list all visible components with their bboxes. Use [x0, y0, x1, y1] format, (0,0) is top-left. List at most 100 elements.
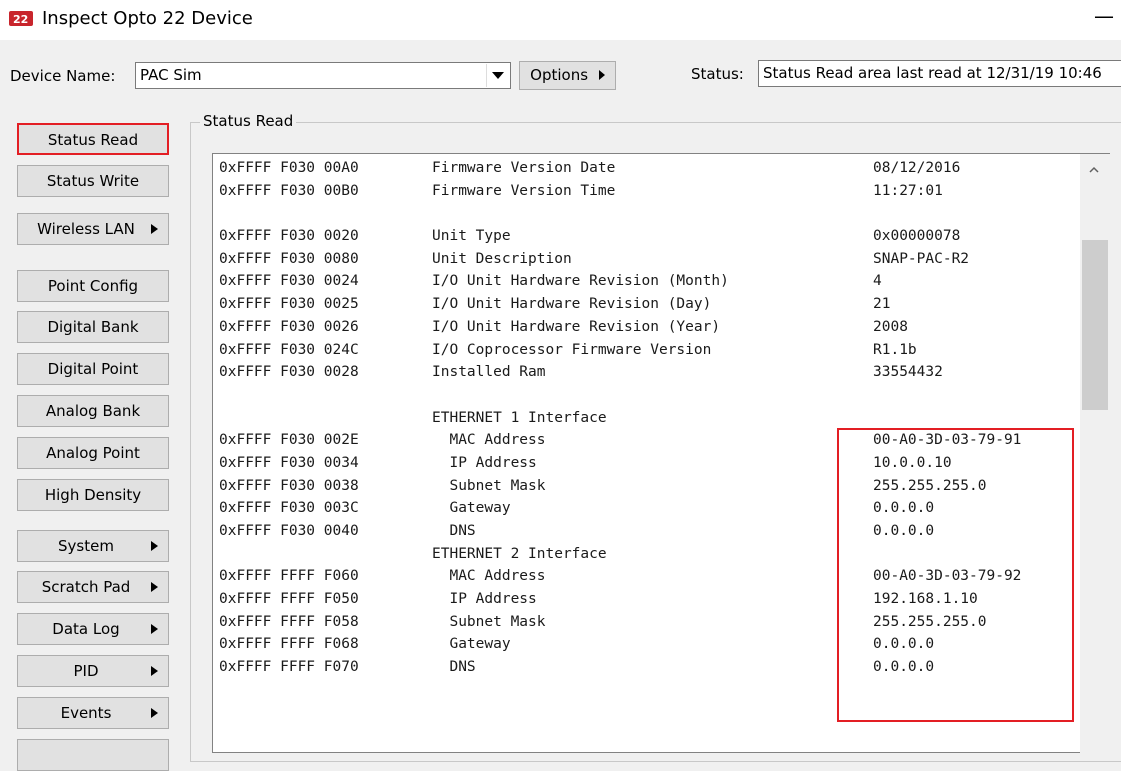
row-value: SNAP-PAC-R2 — [873, 250, 970, 267]
row-value: 00-A0-3D-03-79-91 — [873, 432, 1022, 449]
row-value: 11:27:01 — [873, 182, 943, 199]
row-value: 255.255.255.0 — [873, 613, 987, 630]
row-address: 0xFFFF FFFF F058 — [219, 613, 359, 630]
scrollbar-thumb[interactable] — [1082, 240, 1108, 410]
row-description: Unit Type — [432, 228, 511, 245]
digital-bank-button[interactable]: Digital Bank — [17, 311, 169, 343]
data-log-button[interactable]: Data Log — [17, 613, 169, 645]
status-label: Status: — [691, 65, 744, 83]
row-description: I/O Unit Hardware Revision (Month) — [432, 273, 729, 290]
device-name-select[interactable]: PAC Sim — [135, 62, 511, 89]
sidebar-item-label: Scratch Pad — [41, 578, 131, 596]
row-address: 0xFFFF FFFF F060 — [219, 568, 359, 585]
svg-text:22: 22 — [13, 13, 28, 26]
sidebar-item-label: Events — [60, 704, 112, 722]
chevron-right-icon — [151, 708, 158, 718]
row-value: 21 — [873, 296, 891, 313]
more-button[interactable] — [17, 739, 169, 771]
dropdown-button[interactable] — [486, 64, 509, 87]
device-name-label: Device Name: — [10, 67, 116, 85]
row-value: 0.0.0.0 — [873, 523, 935, 539]
chevron-right-icon — [151, 541, 158, 551]
row-description: IP Address — [432, 454, 537, 471]
status-value: Status Read area last read at 12/31/19 1… — [763, 64, 1102, 82]
row-address: 0xFFFF F030 0025 — [219, 296, 359, 313]
row-address: 0xFFFF F030 003C — [219, 500, 359, 517]
row-address: 0xFFFF F030 0080 — [219, 250, 359, 267]
row-address: 0xFFFF F030 0038 — [219, 477, 359, 494]
chevron-right-icon — [151, 666, 158, 676]
events-button[interactable]: Events — [17, 697, 169, 729]
scratch-pad-button[interactable]: Scratch Pad — [17, 571, 169, 603]
status-field: Status Read area last read at 12/31/19 1… — [758, 60, 1121, 87]
opto22-logo-icon: 22 — [9, 11, 33, 26]
row-value: 08/12/2016 — [873, 160, 961, 176]
chevron-right-icon — [151, 582, 158, 592]
row-address: 0xFFFF FFFF F050 — [219, 591, 359, 608]
sidebar-item-label: Data Log — [52, 620, 120, 638]
row-address: 0xFFFF F030 00A0 — [219, 160, 359, 176]
system-button[interactable]: System — [17, 530, 169, 562]
wireless-lan-button[interactable]: Wireless LAN — [17, 213, 169, 245]
row-description: Gateway — [432, 500, 511, 517]
row-value: 4 — [873, 273, 882, 290]
options-button[interactable]: Options — [519, 61, 616, 90]
row-address: 0xFFFF F030 0020 — [219, 228, 359, 245]
analog-point-button[interactable]: Analog Point — [17, 437, 169, 469]
chevron-up-icon[interactable] — [1089, 165, 1099, 175]
row-description: ETHERNET 1 Interface — [432, 409, 607, 426]
row-address: 0xFFFF F030 0040 — [219, 523, 359, 539]
row-address: 0xFFFF F030 0026 — [219, 318, 359, 335]
sidebar-item-label: Digital Point — [47, 360, 139, 378]
row-value: 10.0.0.10 — [873, 454, 952, 471]
row-value: 192.168.1.10 — [873, 591, 978, 608]
sidebar-item-label: Status Write — [46, 172, 140, 190]
row-description: I/O Unit Hardware Revision (Day) — [432, 296, 712, 313]
row-description: Unit Description — [432, 250, 572, 267]
row-value: 0.0.0.0 — [873, 500, 935, 517]
row-description: I/O Unit Hardware Revision (Year) — [432, 318, 721, 335]
row-address: 0xFFFF FFFF F068 — [219, 636, 359, 653]
row-description: Firmware Version Date — [432, 160, 616, 176]
status-write-button[interactable]: Status Write — [17, 165, 169, 197]
row-description: Subnet Mask — [432, 613, 546, 630]
window-title: Inspect Opto 22 Device — [42, 8, 253, 29]
row-address: 0xFFFF F030 002E — [219, 432, 359, 449]
row-address: 0xFFFF F030 0034 — [219, 454, 359, 471]
group-title: Status Read — [200, 112, 297, 130]
row-value: 0.0.0.0 — [873, 659, 935, 676]
row-description: DNS — [432, 659, 476, 676]
row-address: 0xFFFF FFFF F070 — [219, 659, 359, 676]
row-value: 0.0.0.0 — [873, 636, 935, 653]
row-address: 0xFFFF F030 0028 — [219, 364, 359, 381]
sidebar-item-label: High Density — [44, 486, 142, 504]
chevron-down-icon — [492, 72, 504, 79]
high-density-button[interactable]: High Density — [17, 479, 169, 511]
row-description: Installed Ram — [432, 364, 546, 381]
sidebar-item-label: Wireless LAN — [37, 220, 135, 238]
vertical-scrollbar[interactable] — [1080, 154, 1110, 754]
row-value: 2008 — [873, 318, 908, 335]
device-name-value: PAC Sim — [140, 66, 202, 84]
row-value: R1.1b — [873, 341, 917, 358]
status-read-button[interactable]: Status Read — [17, 123, 169, 155]
row-description: Subnet Mask — [432, 477, 546, 494]
options-label: Options — [530, 66, 589, 84]
row-description: I/O Coprocessor Firmware Version — [432, 341, 712, 358]
row-description: ETHERNET 2 Interface — [432, 545, 607, 562]
chevron-right-icon — [598, 70, 605, 80]
row-description: Gateway — [432, 636, 511, 653]
sidebar-item-label: Point Config — [47, 277, 139, 295]
pid-button[interactable]: PID — [17, 655, 169, 687]
row-address: 0xFFFF F030 00B0 — [219, 182, 359, 199]
status-listing[interactable]: 0xFFFF F030 00A0 Firmware Version Date 08/… — [212, 153, 1110, 753]
minimize-button[interactable]: — — [1094, 4, 1114, 28]
row-address: 0xFFFF F030 0024 — [219, 273, 359, 290]
analog-bank-button[interactable]: Analog Bank — [17, 395, 169, 427]
row-value: 255.255.255.0 — [873, 477, 987, 494]
digital-point-button[interactable]: Digital Point — [17, 353, 169, 385]
sidebar-item-label: Status Read — [47, 131, 139, 149]
point-config-button[interactable]: Point Config — [17, 270, 169, 302]
row-value: 00-A0-3D-03-79-92 — [873, 568, 1022, 585]
sidebar-item-label: Analog Point — [46, 444, 140, 462]
